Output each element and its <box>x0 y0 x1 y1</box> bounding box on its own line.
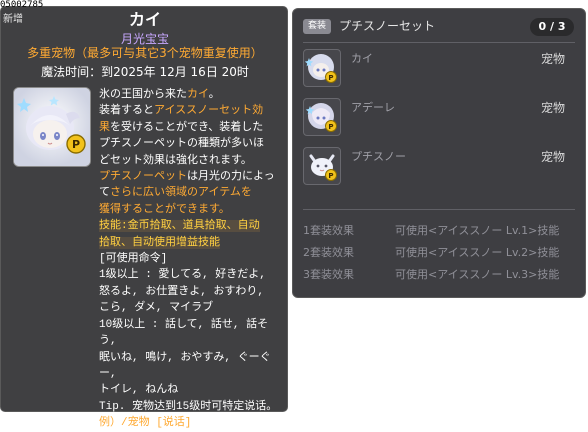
magic-time-label: 魔法时间： <box>41 65 102 79</box>
item-title: カイ <box>128 10 161 29</box>
item-tooltip: 新增 カイ 月光宝宝 多重宠物（最多可与其它3个宠物重复使用） 魔法时间：到20… <box>0 6 289 429</box>
divider <box>303 42 575 43</box>
petit-snow-pet-icon: P <box>303 147 341 185</box>
set-item-name: カイ <box>351 52 373 65</box>
effect-text: 可使用<アイススノー Lv.2>技能 <box>395 246 560 259</box>
set-item-kai[interactable]: P カイ 宠物 <box>303 49 575 89</box>
svg-text:P: P <box>72 138 80 151</box>
svg-text:P: P <box>328 172 333 180</box>
magic-time-value: 到2025年 12月 16日 20时 <box>101 65 249 79</box>
item-subtitle: 月光宝宝 <box>120 32 169 46</box>
multi-pet-notice: 多重宠物（最多可与其它3个宠物重复使用） <box>27 46 263 60</box>
set-item-type: 宠物 <box>540 101 565 115</box>
item-id: 05002785 <box>0 0 44 10</box>
set-item-type: 宠物 <box>540 52 565 66</box>
set-item-adele[interactable]: P アデーレ 宠物 <box>303 98 575 138</box>
pet-image: P <box>13 87 91 167</box>
set-effect-row: 2套装效果 可使用<アイススノー Lv.2>技能 <box>303 245 575 261</box>
set-effect-row: 1套装效果 可使用<アイススノー Lv.1>技能 <box>303 223 575 239</box>
set-effect-panel: 套装 プチスノーセット 0 / 3 P カイ 宠物 P アデーレ 宠物 P プチ… <box>292 8 586 298</box>
magic-time: 魔法时间：到2025年 12月 16日 20时 <box>1 65 289 80</box>
adele-pet-icon: P <box>303 98 341 136</box>
set-item-name: アデーレ <box>351 101 395 114</box>
effect-text: 可使用<アイススノー Lv.3>技能 <box>395 268 560 281</box>
set-effect-row: 3套装效果 可使用<アイススノー Lv.3>技能 <box>303 267 575 283</box>
set-item-petit-snow[interactable]: P プチスノー 宠物 <box>303 147 575 187</box>
svg-text:P: P <box>328 123 333 131</box>
item-description: 氷の王国から来たカイ。 装着するとアイススノーセット効 果を受けることができ、装… <box>99 89 278 430</box>
set-item-type: 宠物 <box>540 150 565 164</box>
effect-level: 2套装效果 <box>303 246 354 259</box>
effect-text: 可使用<アイススノー Lv.1>技能 <box>395 224 560 237</box>
set-name: プチスノーセット <box>339 19 436 33</box>
set-item-name: プチスノー <box>351 150 406 163</box>
set-count: 0 / 3 <box>530 18 574 36</box>
effect-level: 1套装效果 <box>303 224 354 237</box>
kai-pet-icon: P <box>303 49 341 87</box>
effect-level: 3套装效果 <box>303 268 354 281</box>
svg-text:P: P <box>328 74 333 82</box>
set-badge: 套装 <box>303 19 331 34</box>
divider <box>303 209 575 210</box>
